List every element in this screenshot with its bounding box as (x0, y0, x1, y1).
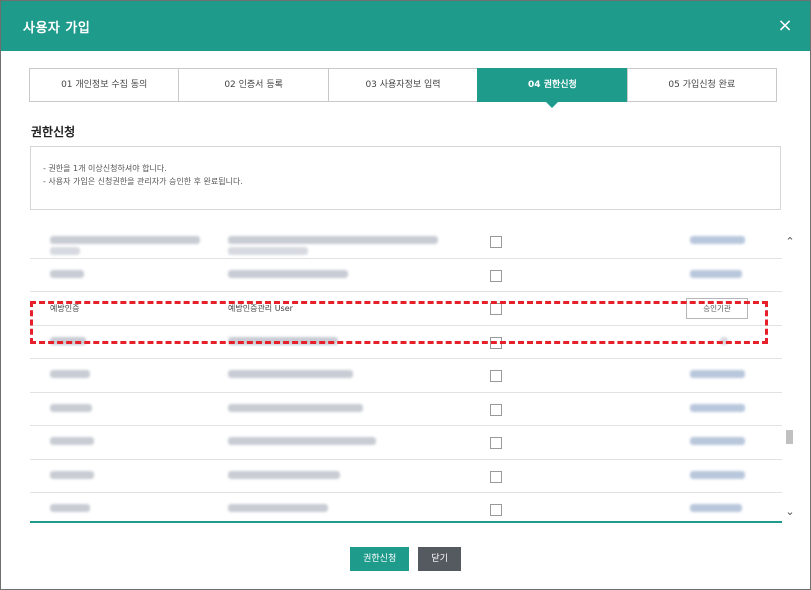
apply-permission-button[interactable]: 권한신청 (350, 547, 410, 571)
table-row (30, 225, 782, 259)
redacted-cell (690, 370, 745, 378)
permission-checkbox[interactable] (490, 370, 502, 382)
permission-checkbox[interactable] (490, 470, 502, 483)
redacted-cell (228, 437, 376, 445)
approver-button[interactable]: 승인기관 (686, 298, 748, 319)
step-privacy-consent[interactable]: 01 개인정보 수집 동의 (29, 68, 180, 102)
step-user-info[interactable]: 03 사용자정보 입력 (327, 68, 479, 102)
signup-steps: 01 개인정보 수집 동의 02 인증서 등록 03 사용자정보 입력 04 권… (29, 68, 778, 108)
step-label: 03 사용자정보 입력 (365, 80, 441, 90)
system-name: 예방인증 (50, 304, 80, 313)
table-row (30, 426, 782, 460)
redacted-cell (50, 336, 86, 345)
redacted-cell (228, 403, 363, 412)
step-label: 04 권한신청 (528, 80, 577, 90)
section-title: 권한신청 (31, 125, 76, 139)
user-signup-dialog: 사용자 가입 × 01 개인정보 수집 동의 02 인증서 등록 03 사용자정… (0, 0, 811, 590)
step-label: 02 인증서 등록 (224, 80, 283, 90)
redacted-cell (50, 403, 92, 412)
dialog-footer: 권한신청 닫기 (1, 546, 810, 571)
redacted-cell (690, 437, 745, 445)
redacted-cell (690, 403, 745, 412)
scrollbar-thumb[interactable] (786, 430, 793, 444)
permission-checkbox[interactable] (490, 403, 502, 416)
redacted-cell (228, 336, 338, 345)
table-row (30, 460, 782, 493)
permission-checkbox[interactable] (490, 236, 502, 248)
redacted-cell (50, 269, 84, 278)
redacted-cell (228, 504, 328, 512)
table-row (30, 326, 782, 359)
step-complete[interactable]: 05 가입신청 완료 (626, 68, 778, 102)
notice-line: - 사용자 가입은 신청권한을 관리자가 승인한 후 완료됩니다. (43, 177, 243, 186)
chevron-down-icon[interactable]: ⌄ (783, 505, 797, 519)
redacted-cell (690, 470, 745, 479)
close-button[interactable]: 닫기 (418, 547, 461, 571)
active-step-arrow (545, 101, 560, 108)
permission-table: 예방인증 예방인증관리 User 승인기관 (30, 225, 782, 523)
redacted-cell (50, 437, 94, 445)
permission-checkbox[interactable] (490, 269, 502, 282)
table-row (30, 259, 782, 292)
step-certificate[interactable]: 02 인증서 등록 (178, 68, 329, 102)
permission-checkbox[interactable] (490, 437, 502, 449)
table-row (30, 393, 782, 426)
dialog-title: 사용자 가입 (23, 21, 91, 36)
redacted-cell (50, 370, 90, 378)
redacted-cell (228, 470, 340, 479)
step-permission-request[interactable]: 04 권한신청 (477, 68, 628, 108)
redacted-cell (50, 236, 200, 255)
redacted-cell (50, 504, 90, 512)
table-row (30, 359, 782, 393)
chevron-up-icon[interactable]: ⌃ (783, 235, 797, 249)
step-label: 01 개인정보 수집 동의 (61, 80, 148, 90)
redacted-cell (690, 504, 742, 512)
redacted-cell (50, 470, 94, 479)
notice-line: - 권한을 1개 이상신청하셔야 합니다. (43, 164, 167, 173)
redacted-cell (228, 370, 353, 378)
redacted-cell (690, 269, 742, 278)
redacted-cell (228, 269, 348, 278)
table-scrollbar[interactable]: ⌃ ⌄ (781, 225, 799, 523)
dialog-titlebar: 사용자 가입 × (1, 1, 810, 51)
step-label: 05 가입신청 완료 (668, 80, 736, 90)
role-name: 예방인증관리 User (228, 304, 293, 313)
close-icon[interactable]: × (772, 13, 798, 39)
permission-checkbox[interactable] (490, 303, 502, 315)
notice-box: - 권한을 1개 이상신청하셔야 합니다. - 사용자 가입은 신청권한을 관리… (30, 146, 781, 210)
permission-checkbox[interactable] (490, 504, 502, 516)
redacted-cell (690, 336, 728, 345)
redacted-cell (690, 236, 745, 244)
permission-checkbox[interactable] (490, 336, 502, 349)
table-row-highlighted: 예방인증 예방인증관리 User 승인기관 (30, 292, 782, 326)
redacted-cell (228, 236, 438, 255)
table-row (30, 493, 782, 521)
